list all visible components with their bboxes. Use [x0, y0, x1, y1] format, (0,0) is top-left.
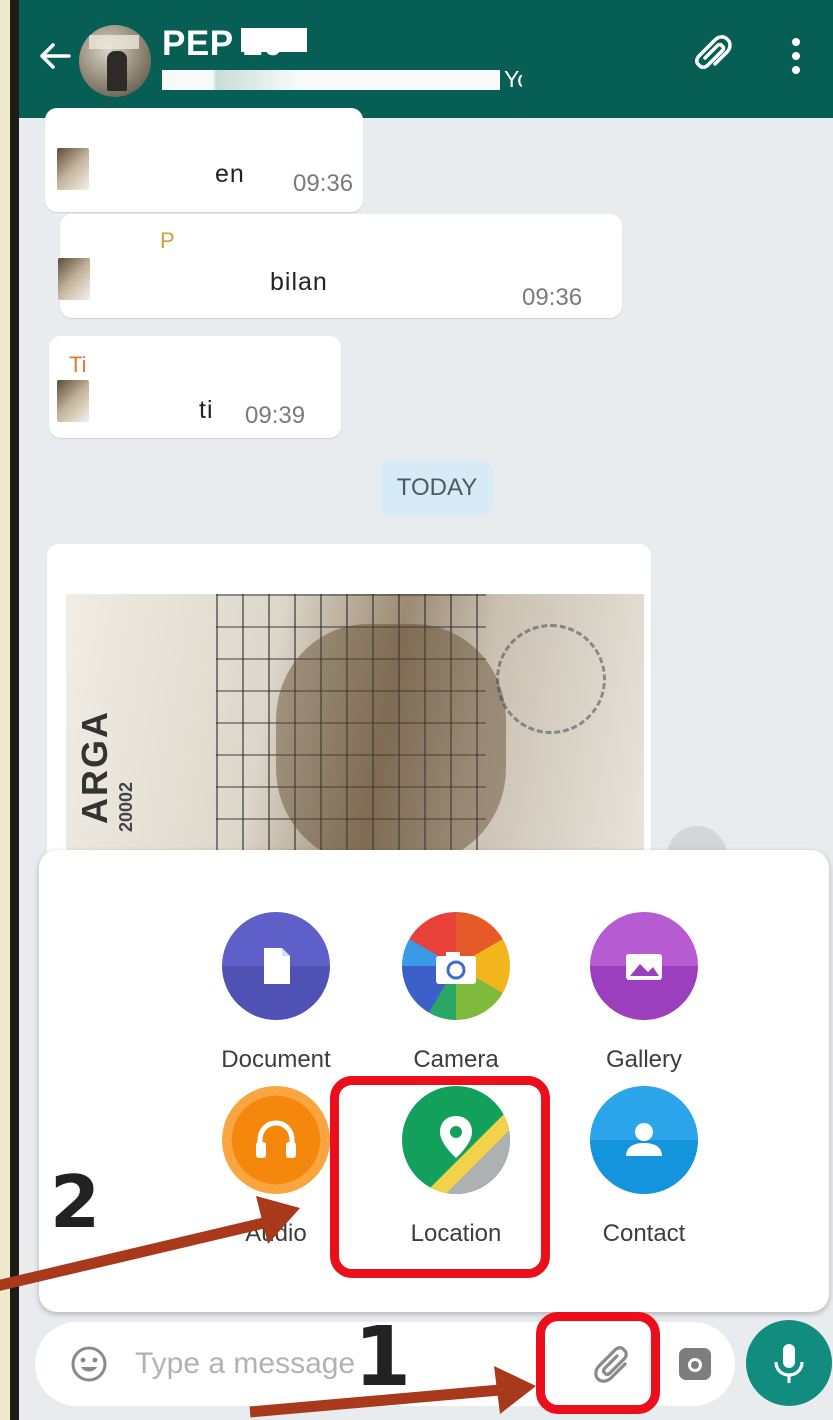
sticker-thumbnail — [58, 258, 90, 300]
attach-label: Contact — [602, 1220, 686, 1247]
message-time: 09:39 — [245, 402, 306, 429]
attach-document[interactable]: Document — [191, 912, 361, 1092]
attach-gallery[interactable]: Gallery — [559, 912, 729, 1092]
date-divider: TODAY — [381, 461, 493, 515]
message-text: en — [215, 160, 245, 188]
camera-icon — [436, 952, 476, 984]
stamp-mark — [496, 624, 606, 734]
location-highlight-box — [330, 1076, 550, 1278]
camera-icon[interactable] — [677, 1346, 713, 1382]
attach-camera[interactable]: Camera — [371, 912, 541, 1092]
attach-label: Camera — [413, 1046, 499, 1073]
microphone-icon — [774, 1344, 804, 1383]
left-stripe — [0, 0, 10, 1420]
message-bubble[interactable]: P bilan 09:36 — [58, 214, 622, 318]
message-sender: P — [160, 228, 175, 253]
message-sender: Ti — [69, 352, 87, 377]
redaction-mark — [162, 70, 500, 90]
attach-contact[interactable]: Contact — [559, 1086, 729, 1266]
message-bubble[interactable]: en 09:36 — [45, 108, 363, 212]
message-time: 09:36 — [522, 284, 583, 311]
attach-label: Document — [221, 1046, 331, 1073]
document-photo[interactable]: ARGA 20002 — [66, 594, 644, 852]
emoji-icon[interactable] — [69, 1344, 109, 1384]
group-avatar[interactable] — [79, 25, 151, 97]
sticker-thumbnail — [57, 380, 89, 422]
more-options-icon[interactable] — [789, 36, 803, 76]
headphones-icon — [256, 1120, 296, 1158]
left-border — [10, 0, 19, 1420]
sticker-thumbnail — [57, 148, 89, 190]
redaction-mark — [241, 28, 307, 52]
step-number-1: 1 — [354, 1310, 412, 1405]
contact-icon — [626, 1123, 662, 1156]
photo-text: 20002 — [116, 781, 136, 832]
attach-label: Gallery — [605, 1046, 683, 1073]
paperclip-icon[interactable] — [691, 34, 735, 78]
back-arrow-icon[interactable] — [35, 36, 75, 76]
message-bubble[interactable]: Ti ti 09:39 — [49, 336, 341, 438]
gallery-icon — [626, 954, 662, 980]
photo-text: ARGA — [74, 710, 115, 824]
voice-record-button[interactable] — [746, 1320, 832, 1406]
chat-header: PEP 20 You — [19, 0, 833, 118]
message-input[interactable] — [135, 1340, 555, 1388]
document-icon — [264, 948, 290, 984]
message-text: ti — [199, 396, 214, 424]
attach-highlight-box — [536, 1312, 660, 1414]
step-number-2: 2 — [50, 1160, 101, 1244]
message-time: 09:36 — [293, 170, 354, 197]
message-text: bilan — [270, 268, 328, 296]
